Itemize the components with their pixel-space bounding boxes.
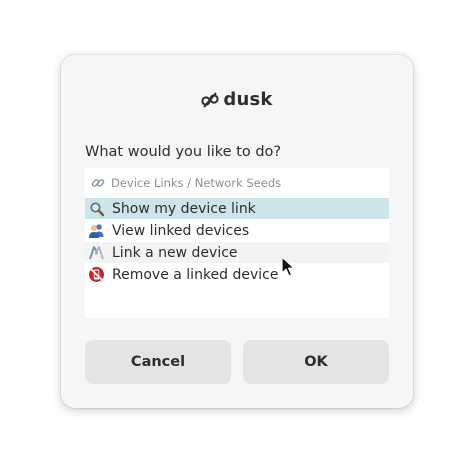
handshake-icon [88, 244, 105, 261]
option-view-linked-devices[interactable]: View linked devices [85, 220, 389, 241]
dusk-logo-icon [201, 91, 220, 108]
option-label: View linked devices [112, 222, 250, 239]
options-list[interactable]: Device Links / Network Seeds Show my dev… [85, 168, 389, 318]
no-mobile-icon [88, 266, 105, 283]
option-remove-linked-device[interactable]: Remove a linked device [85, 264, 389, 285]
option-label: Link a new device [112, 244, 238, 261]
brand-name: dusk [223, 89, 273, 110]
option-show-my-device-link[interactable]: Show my device link [85, 198, 389, 219]
link-icon [91, 179, 105, 187]
brand-header: dusk [61, 89, 413, 110]
list-header: Device Links / Network Seeds [91, 176, 281, 190]
ok-button[interactable]: OK [243, 340, 389, 384]
cancel-button[interactable]: Cancel [85, 340, 231, 384]
option-label: Show my device link [112, 200, 256, 217]
dialog-question: What would you like to do? [85, 144, 282, 160]
list-header-label: Device Links / Network Seeds [111, 176, 282, 190]
users-icon [88, 222, 105, 239]
action-dialog: dusk What would you like to do? Device L… [61, 55, 413, 408]
mouse-pointer-icon [281, 256, 295, 277]
option-label: Remove a linked device [112, 266, 279, 283]
magnifier-icon [88, 200, 105, 217]
option-link-new-device[interactable]: Link a new device [85, 242, 389, 263]
